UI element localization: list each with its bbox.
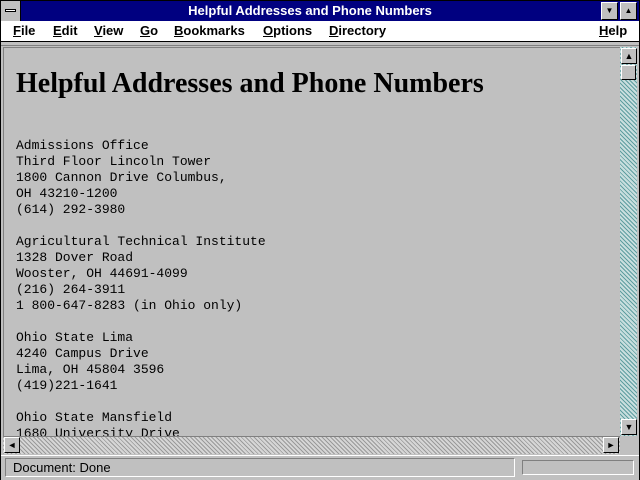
entry-line: 1800 Cannon Drive Columbus, <box>16 170 227 185</box>
address-list: Admissions Office Third Floor Lincoln To… <box>16 138 266 436</box>
maximize-button[interactable]: ▲ <box>620 2 637 20</box>
scroll-up-button[interactable]: ▲ <box>621 48 637 64</box>
entry-line: (419)221-1641 <box>16 378 118 393</box>
scroll-down-button[interactable]: ▼ <box>621 419 637 435</box>
entry-line: 1 800-647-8283 (in Ohio only) <box>16 298 243 313</box>
horizontal-scrollbar[interactable]: ◄ ► <box>3 436 620 454</box>
entry-line: Lima, OH 45804 3596 <box>16 362 165 377</box>
status-bar: Document: Done <box>1 455 639 480</box>
menu-options[interactable]: Options <box>263 24 312 38</box>
menu-edit[interactable]: Edit <box>53 24 78 38</box>
vertical-scrollbar[interactable]: ▲ ▼ <box>620 47 637 436</box>
entry-line: Wooster, OH 44691-4099 <box>16 266 188 281</box>
address-entry-lima: Ohio State Lima 4240 Campus Drive Lima, … <box>16 330 266 394</box>
entry-line: 1680 University Drive <box>16 426 180 436</box>
menu-bookmarks[interactable]: Bookmarks <box>174 24 245 38</box>
address-entry-mansfield: Ohio State Mansfield 1680 University Dri… <box>16 410 266 436</box>
window-title: Helpful Addresses and Phone Numbers <box>188 3 432 18</box>
minimize-button[interactable]: ▼ <box>601 2 618 20</box>
entry-line: Ohio State Lima <box>16 330 134 345</box>
status-text: Document: Done <box>13 460 111 475</box>
entry-line: Third Floor Lincoln Tower <box>16 154 212 169</box>
document-view[interactable]: Helpful Addresses and Phone Numbers Admi… <box>3 47 620 436</box>
menu-go[interactable]: Go <box>140 24 158 38</box>
menu-directory[interactable]: Directory <box>329 24 386 38</box>
scrollbar-corner <box>620 436 637 453</box>
entry-line: 1328 Dover Road <box>16 250 134 265</box>
entry-line: Agricultural Technical Institute <box>16 234 266 249</box>
entry-line: Admissions Office <box>16 138 149 153</box>
menu-help[interactable]: Help <box>599 24 627 38</box>
entry-line: 4240 Campus Drive <box>16 346 149 361</box>
entry-line: Ohio State Mansfield <box>16 410 173 425</box>
page-heading: Helpful Addresses and Phone Numbers <box>16 68 484 99</box>
browser-window: Helpful Addresses and Phone Numbers ▼ ▲ … <box>0 0 640 480</box>
entry-line: (216) 264-3911 <box>16 282 126 297</box>
scroll-left-button[interactable]: ◄ <box>4 437 20 453</box>
menu-view[interactable]: View <box>94 24 123 38</box>
entry-line: (614) 292-3980 <box>16 202 126 217</box>
menu-file[interactable]: File <box>13 24 35 38</box>
address-entry-ati: Agricultural Technical Institute 1328 Do… <box>16 234 266 314</box>
entry-line: OH 43210-1200 <box>16 186 118 201</box>
scroll-right-button[interactable]: ► <box>603 437 619 453</box>
vertical-scroll-thumb[interactable] <box>621 65 636 80</box>
toolbar-separator <box>1 42 639 46</box>
address-entry-admissions: Admissions Office Third Floor Lincoln To… <box>16 138 266 218</box>
progress-indicator <box>522 460 634 475</box>
system-menu-button[interactable] <box>1 1 21 21</box>
title-bar[interactable]: Helpful Addresses and Phone Numbers ▼ ▲ <box>1 1 639 21</box>
system-menu-icon <box>5 9 16 12</box>
menu-bar: File Edit View Go Bookmarks Options Dire… <box>1 21 639 42</box>
